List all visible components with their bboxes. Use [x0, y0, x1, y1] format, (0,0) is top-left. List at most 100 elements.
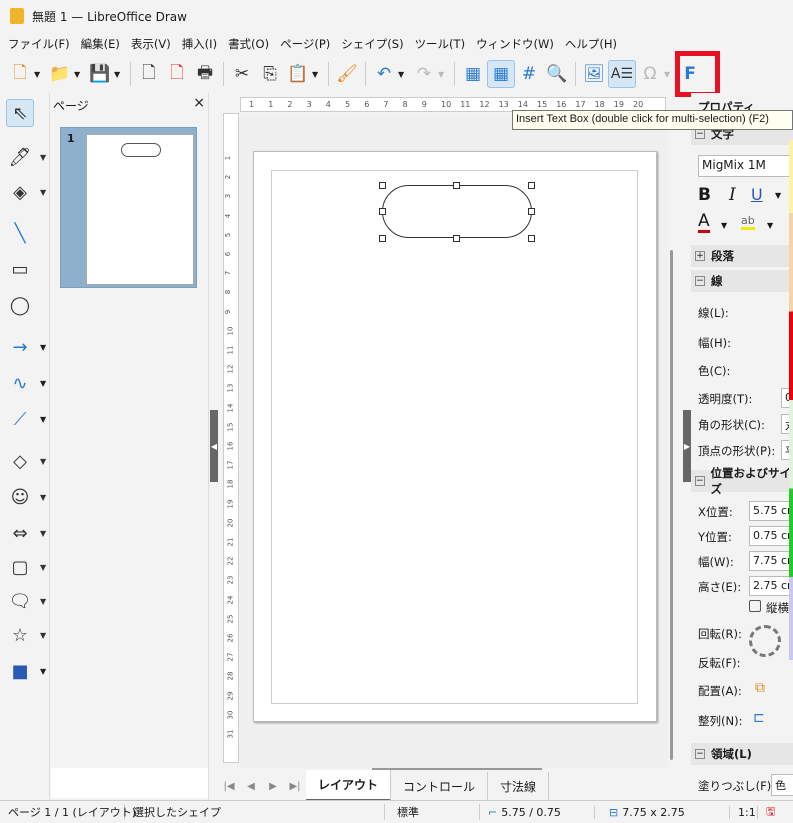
paste-icon[interactable]: 📋 [284, 60, 312, 88]
menu-shape[interactable]: シェイプ(S) [339, 36, 412, 52]
resize-handle[interactable] [528, 235, 535, 242]
tab-layout[interactable]: レイアウト [306, 770, 392, 802]
paste-dropdown[interactable]: ▼ [312, 70, 324, 79]
menu-view[interactable]: 表示(V) [129, 36, 180, 52]
flowchart-icon[interactable]: ▢ ▼ [6, 553, 46, 581]
helplines-icon[interactable]: # [515, 60, 543, 88]
first-tab-icon[interactable]: |◀ [218, 781, 240, 792]
status-page[interactable]: ページ 1 / 1 (レイアウト) [0, 804, 136, 820]
fill-color-icon[interactable]: ◈ ▼ [6, 178, 46, 206]
connector-icon[interactable]: ⟋ ▼ [6, 405, 46, 433]
rounded-rectangle-shape[interactable] [382, 185, 532, 238]
insert-text-box-icon[interactable]: A☰ [608, 60, 636, 88]
resize-handle[interactable] [528, 182, 535, 189]
font-name-input[interactable]: MigMix 1M [698, 155, 793, 177]
save-dropdown[interactable]: ▼ [114, 70, 126, 79]
symbol-shapes-icon[interactable]: ☺ ▼ [6, 483, 47, 511]
save-icon[interactable]: 💾 [86, 60, 114, 88]
vertical-ruler[interactable]: 1 2 3 4 5 6 7 8 9 10 11 12 13 14 15 16 17 18 19 20 21 22 23 24 2… [223, 113, 239, 763]
callout-icon[interactable]: 🗨 ▼ [6, 587, 47, 615]
menu-help[interactable]: ヘルプ(H) [563, 36, 626, 52]
menu-tools[interactable]: ツール(T) [413, 36, 475, 52]
copy-icon[interactable]: ⎘ [256, 60, 284, 88]
ellipse-icon[interactable]: ◯ [6, 291, 34, 319]
export-pdf-icon[interactable]: 🗋 [163, 60, 191, 88]
section-area[interactable]: − 領域(L) [691, 743, 793, 765]
new-dropdown[interactable]: ▼ [34, 70, 46, 79]
resize-handle[interactable] [453, 235, 460, 242]
resize-handle[interactable] [453, 182, 460, 189]
font-color-icon[interactable]: A [698, 213, 710, 233]
undo-icon[interactable]: ↶ [370, 60, 398, 88]
status-style[interactable]: 標準 [385, 804, 480, 820]
special-character-icon[interactable]: Ω [636, 60, 664, 88]
clone-formatting-icon[interactable]: 🖌 [333, 60, 361, 88]
section-position-size[interactable]: − 位置およびサイズ [691, 466, 793, 496]
line-arrow-icon[interactable]: → ▼ [6, 333, 46, 361]
width-input[interactable]: 7.75 cm [749, 551, 793, 571]
next-tab-icon[interactable]: ▶ [262, 781, 284, 792]
snap-to-grid-icon[interactable]: ▦ [487, 60, 515, 88]
select-icon[interactable]: ⇖ [6, 99, 34, 127]
resize-handle[interactable] [528, 208, 535, 215]
font-color-dropdown[interactable]: ▼ [721, 221, 727, 230]
basic-shapes-icon[interactable]: ◇ ▼ [6, 447, 46, 475]
highlight-color-icon[interactable]: ab [741, 214, 755, 230]
redo-icon[interactable]: ↷ [410, 60, 438, 88]
horizontal-scrollbar[interactable] [372, 768, 542, 770]
tab-dimension-lines[interactable]: 寸法線 [488, 771, 550, 801]
last-tab-icon[interactable]: ▶| [284, 781, 306, 792]
menu-insert[interactable]: 挿入(I) [180, 36, 226, 52]
redo-dropdown[interactable]: ▼ [438, 70, 450, 79]
x-position-input[interactable]: 5.75 cm [749, 501, 793, 521]
align-left-icon[interactable]: ⊏ [753, 710, 765, 726]
tab-controls[interactable]: コントロール [391, 771, 489, 801]
menu-file[interactable]: ファイル(F) [6, 36, 79, 52]
keep-ratio-checkbox[interactable] [749, 600, 761, 612]
resize-handle[interactable] [379, 235, 386, 242]
page-thumbnail[interactable]: 1 [60, 127, 197, 288]
open-icon[interactable]: 📁 [46, 60, 74, 88]
underline-dropdown[interactable]: ▼ [775, 191, 781, 200]
line-icon[interactable]: ╲ [6, 219, 34, 247]
new-icon[interactable]: 🗋 [6, 60, 34, 88]
rectangle-icon[interactable]: ▭ [6, 255, 34, 283]
bring-to-front-icon[interactable]: ⧉ [755, 680, 765, 696]
menu-format[interactable]: 書式(O) [226, 36, 278, 52]
document-modified-icon[interactable]: 🖫 [758, 803, 783, 822]
3d-objects-icon[interactable]: ■ ▼ [6, 657, 46, 685]
close-icon[interactable]: × [193, 95, 205, 111]
highlight-dropdown[interactable]: ▼ [767, 221, 773, 230]
insert-image-icon[interactable]: 🖼 [580, 60, 608, 88]
cut-icon[interactable]: ✂ [228, 60, 256, 88]
undo-dropdown[interactable]: ▼ [398, 70, 410, 79]
rotation-dial[interactable] [749, 625, 781, 657]
block-arrows-icon[interactable]: ⇔ ▼ [6, 519, 46, 547]
line-color-icon[interactable]: 🖊 ▼ [6, 143, 47, 171]
status-scale[interactable]: 1:1 [730, 805, 758, 819]
italic-button[interactable]: I [729, 185, 736, 205]
display-grid-icon[interactable]: ▦ [459, 60, 487, 88]
open-dropdown[interactable]: ▼ [74, 70, 86, 79]
resize-handle[interactable] [379, 208, 386, 215]
export-icon[interactable]: 🗋 [135, 60, 163, 88]
section-line[interactable]: − 線 [691, 270, 793, 292]
stars-icon[interactable]: ☆ ▼ [6, 621, 46, 649]
zoom-pan-icon[interactable]: 🔍 [543, 60, 571, 88]
menu-edit[interactable]: 編集(E) [79, 36, 129, 52]
fill-select[interactable]: 色 [771, 774, 793, 796]
underline-button[interactable]: U [751, 185, 763, 204]
section-paragraph[interactable]: + 段落 [691, 245, 793, 267]
print-icon[interactable]: 🖶 [191, 60, 219, 88]
menu-page[interactable]: ページ(P) [278, 36, 339, 52]
y-position-input[interactable]: 0.75 cm [749, 526, 793, 546]
resize-handle[interactable] [379, 182, 386, 189]
collapse-sidebar-handle[interactable]: ▶ [683, 410, 691, 482]
vertical-scrollbar[interactable] [670, 250, 673, 760]
height-input[interactable]: 2.75 cm [749, 576, 793, 596]
curve-icon[interactable]: ∿ ▼ [6, 369, 46, 397]
collapse-left-handle[interactable]: ◀ [210, 410, 218, 482]
prev-tab-icon[interactable]: ◀ [240, 781, 262, 792]
menu-window[interactable]: ウィンドウ(W) [474, 36, 563, 52]
bold-button[interactable]: B [698, 185, 711, 205]
